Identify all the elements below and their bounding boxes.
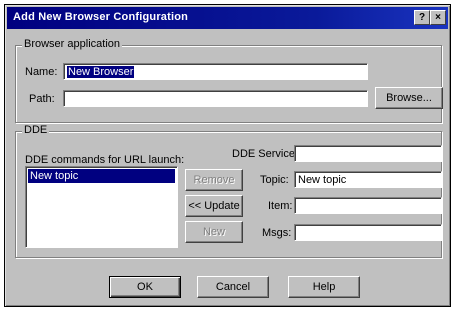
dialog-window: Add New Browser Configuration ? × Browse… xyxy=(4,4,451,307)
dde-service-label: DDE Service: xyxy=(232,148,299,160)
cancel-button[interactable]: Cancel xyxy=(197,276,269,298)
dde-service-field[interactable] xyxy=(294,145,442,162)
browse-button[interactable]: Browse... xyxy=(375,87,443,109)
item-field[interactable] xyxy=(294,197,442,214)
path-field[interactable] xyxy=(63,90,368,107)
browser-application-group: Browser application xyxy=(15,38,442,123)
help-button[interactable]: Help xyxy=(288,276,360,298)
dde-commands-label: DDE commands for URL launch: xyxy=(25,154,185,166)
name-label: Name: xyxy=(25,66,58,78)
window-title: Add New Browser Configuration xyxy=(13,11,189,23)
dde-commands-list[interactable]: New topic xyxy=(25,166,178,248)
help-title-button[interactable]: ? xyxy=(414,10,430,25)
msgs-field[interactable] xyxy=(294,224,442,241)
path-label: Path: xyxy=(29,93,55,105)
topic-label: Topic: xyxy=(260,174,289,186)
update-button[interactable]: << Update xyxy=(185,195,243,217)
title-bar[interactable]: Add New Browser Configuration ? × xyxy=(7,7,448,29)
msgs-label: Msgs: xyxy=(262,227,292,239)
name-field[interactable]: New Browser xyxy=(63,63,368,80)
browser-application-legend: Browser application xyxy=(22,38,122,50)
name-field-value: New Browser xyxy=(67,66,135,78)
topic-field[interactable]: New topic xyxy=(294,171,442,188)
dde-legend: DDE xyxy=(22,124,50,136)
new-button[interactable]: New xyxy=(185,221,243,243)
item-label: Item: xyxy=(268,200,293,212)
remove-button[interactable]: Remove xyxy=(185,169,243,191)
ok-button[interactable]: OK xyxy=(109,276,181,298)
close-title-button[interactable]: × xyxy=(430,10,446,25)
list-item[interactable]: New topic xyxy=(28,169,175,183)
